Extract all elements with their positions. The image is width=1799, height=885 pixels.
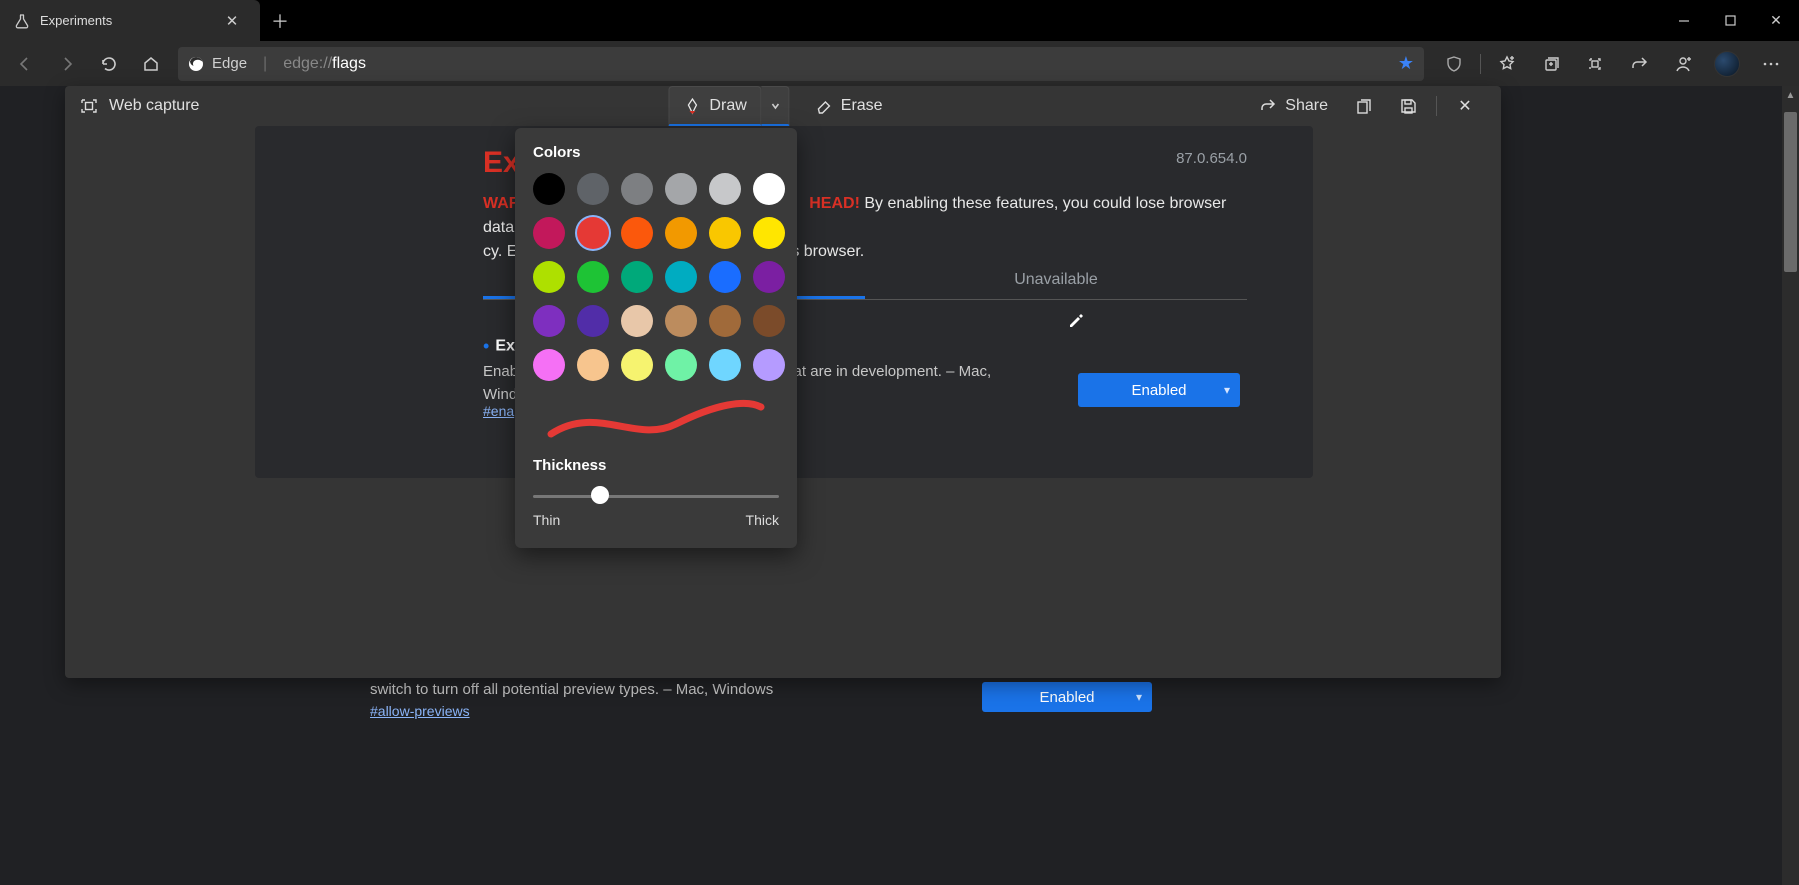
color-swatch[interactable] bbox=[709, 217, 741, 249]
draw-options-popover: Colors Thickness Thin Thick bbox=[515, 128, 797, 548]
color-swatch[interactable] bbox=[577, 261, 609, 293]
save-button[interactable] bbox=[1386, 86, 1430, 126]
thickness-heading: Thickness bbox=[533, 457, 779, 474]
chevron-down-icon: ▾ bbox=[1136, 690, 1142, 704]
edit-pencil-icon[interactable] bbox=[1067, 312, 1085, 335]
color-swatch[interactable] bbox=[665, 349, 697, 381]
color-swatch[interactable] bbox=[753, 217, 785, 249]
color-swatch[interactable] bbox=[621, 305, 653, 337]
color-swatch[interactable] bbox=[665, 261, 697, 293]
color-swatch[interactable] bbox=[753, 349, 785, 381]
color-swatch[interactable] bbox=[577, 305, 609, 337]
address-bar[interactable]: Edge | edge://flags ★ bbox=[178, 47, 1424, 81]
color-swatch[interactable] bbox=[621, 217, 653, 249]
flag-hash-link[interactable]: #allow-previews bbox=[370, 703, 470, 719]
color-swatch[interactable] bbox=[621, 173, 653, 205]
scroll-up-icon[interactable]: ▲ bbox=[1784, 88, 1797, 102]
color-swatch-grid bbox=[533, 173, 779, 381]
nav-back-button[interactable] bbox=[6, 45, 44, 83]
version-label: 87.0.654.0 bbox=[1176, 150, 1247, 167]
address-separator: | bbox=[263, 55, 267, 73]
color-swatch[interactable] bbox=[665, 173, 697, 205]
erase-tool[interactable]: Erase bbox=[800, 86, 898, 126]
draw-tool-dropdown[interactable] bbox=[762, 86, 790, 126]
color-swatch[interactable] bbox=[753, 173, 785, 205]
edge-icon bbox=[188, 56, 204, 72]
stroke-preview bbox=[533, 395, 779, 447]
window-minimize-button[interactable] bbox=[1661, 0, 1707, 41]
thickness-slider[interactable] bbox=[533, 486, 779, 506]
color-swatch[interactable] bbox=[577, 349, 609, 381]
nav-home-button[interactable] bbox=[132, 45, 170, 83]
copy-button[interactable] bbox=[1340, 86, 1384, 126]
color-swatch[interactable] bbox=[709, 305, 741, 337]
color-swatch[interactable] bbox=[577, 217, 609, 249]
color-swatch[interactable] bbox=[621, 349, 653, 381]
close-capture-button[interactable]: ✕ bbox=[1443, 86, 1487, 126]
draw-tool[interactable]: Draw bbox=[668, 86, 761, 126]
tab-close-icon[interactable]: ✕ bbox=[218, 12, 246, 30]
nav-forward-button[interactable] bbox=[48, 45, 86, 83]
collections-icon[interactable] bbox=[1529, 45, 1573, 83]
settings-more-icon[interactable] bbox=[1749, 45, 1793, 83]
color-swatch[interactable] bbox=[533, 173, 565, 205]
site-identity-label: Edge bbox=[212, 55, 247, 72]
color-swatch[interactable] bbox=[533, 305, 565, 337]
slider-thumb[interactable] bbox=[591, 486, 609, 504]
window-maximize-button[interactable] bbox=[1707, 0, 1753, 41]
web-capture-badge-icon bbox=[79, 96, 99, 116]
web-capture-icon[interactable] bbox=[1573, 45, 1617, 83]
flask-icon bbox=[14, 13, 30, 29]
share-button[interactable]: Share bbox=[1249, 86, 1338, 126]
flags-tab-unavailable[interactable]: Unavailable bbox=[865, 260, 1247, 299]
chevron-down-icon: ▾ bbox=[1224, 383, 1230, 397]
favorite-star-icon[interactable]: ★ bbox=[1398, 53, 1414, 74]
color-swatch[interactable] bbox=[709, 173, 741, 205]
profile-avatar[interactable] bbox=[1705, 45, 1749, 83]
flag-hash-link[interactable]: #ena bbox=[483, 403, 514, 419]
slider-min-label: Thin bbox=[533, 512, 560, 528]
favorites-icon[interactable] bbox=[1485, 45, 1529, 83]
scroll-thumb[interactable] bbox=[1784, 112, 1797, 272]
tracking-prevention-icon[interactable] bbox=[1432, 45, 1476, 83]
color-swatch[interactable] bbox=[709, 261, 741, 293]
color-swatch[interactable] bbox=[533, 217, 565, 249]
site-identity[interactable]: Edge bbox=[188, 55, 247, 72]
color-swatch[interactable] bbox=[577, 173, 609, 205]
pen-icon bbox=[683, 97, 701, 115]
nav-refresh-button[interactable] bbox=[90, 45, 128, 83]
flag-state-select[interactable]: Enabled ▾ bbox=[982, 682, 1152, 712]
modified-dot-icon: • bbox=[483, 336, 489, 356]
flag-state-select[interactable]: Enabled ▾ bbox=[1078, 373, 1240, 407]
window-close-button[interactable]: ✕ bbox=[1753, 0, 1799, 41]
colors-heading: Colors bbox=[533, 144, 779, 161]
eraser-icon bbox=[815, 97, 833, 115]
new-tab-button[interactable]: ＋ bbox=[260, 0, 300, 41]
share-toolbar-icon[interactable] bbox=[1617, 45, 1661, 83]
page-scrollbar[interactable]: ▲ bbox=[1782, 86, 1799, 885]
color-swatch[interactable] bbox=[533, 261, 565, 293]
color-swatch[interactable] bbox=[665, 217, 697, 249]
color-swatch[interactable] bbox=[621, 261, 653, 293]
tab-title: Experiments bbox=[40, 13, 208, 28]
address-url: edge://flags bbox=[283, 55, 366, 73]
browser-tab[interactable]: Experiments ✕ bbox=[0, 0, 260, 41]
color-swatch[interactable] bbox=[753, 305, 785, 337]
web-capture-title: Web capture bbox=[109, 97, 199, 115]
color-swatch[interactable] bbox=[665, 305, 697, 337]
color-swatch[interactable] bbox=[709, 349, 741, 381]
color-swatch[interactable] bbox=[753, 261, 785, 293]
color-swatch[interactable] bbox=[533, 349, 565, 381]
profile-menu-icon[interactable] bbox=[1661, 45, 1705, 83]
slider-max-label: Thick bbox=[746, 512, 779, 528]
